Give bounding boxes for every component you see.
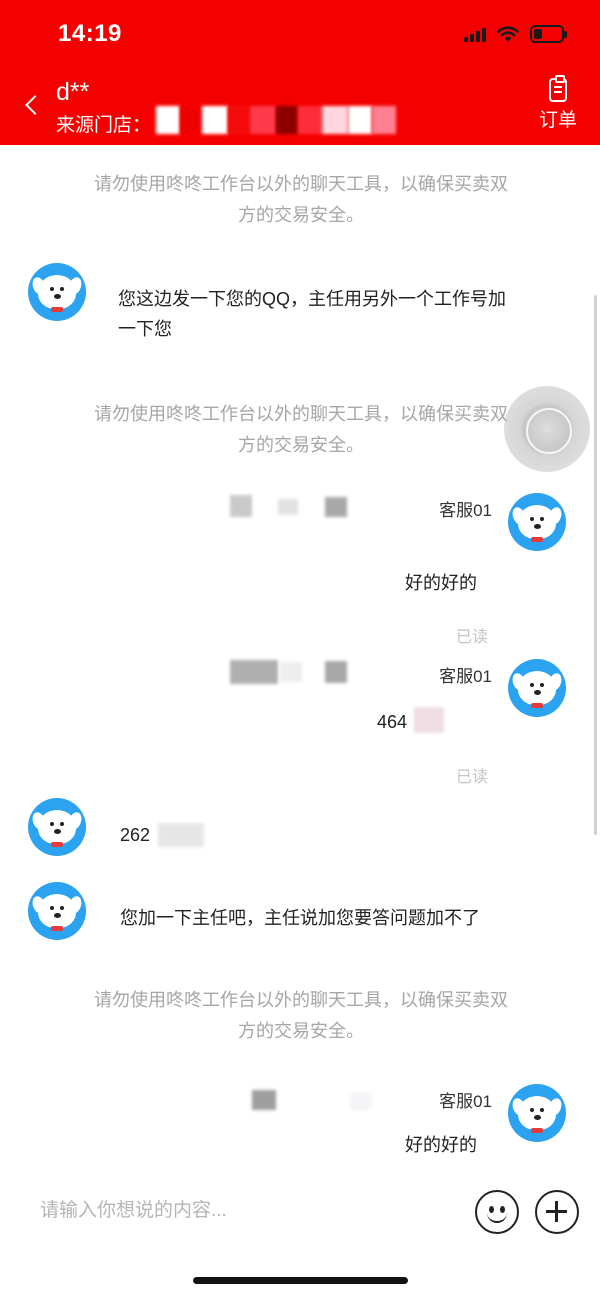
message-text: 好的好的 [405, 1135, 477, 1155]
store-name-redacted [156, 106, 396, 134]
order-button[interactable]: 订单 [536, 75, 580, 134]
redacted-text [414, 707, 444, 733]
security-notice: 请勿使用咚咚工作台以外的聊天工具，以确保买卖双方的交易安全。 [94, 174, 508, 225]
status-time: 14:19 [58, 20, 122, 47]
clipboard-icon [549, 75, 567, 102]
agent-name: 客服01 [439, 667, 492, 686]
agent-avatar[interactable] [508, 493, 566, 551]
order-label: 订单 [538, 110, 577, 131]
message-text: 您加一下主任吧，主任说加您要答问题加不了 [120, 908, 480, 928]
back-button[interactable] [22, 92, 42, 120]
redacted-text [230, 495, 252, 517]
customer-avatar[interactable] [28, 882, 86, 940]
read-status: 已读 [456, 629, 489, 646]
agent-name: 客服01 [439, 1092, 492, 1111]
status-icons [464, 24, 567, 44]
message-text: 262 [120, 825, 151, 845]
add-attachment-icon[interactable] [535, 1190, 579, 1234]
cellular-signal-icon [464, 26, 486, 42]
customer-avatar[interactable] [28, 798, 86, 856]
redacted-text [280, 662, 302, 682]
emoji-icon[interactable] [475, 1190, 519, 1234]
redacted-text [230, 660, 278, 684]
redacted-text [158, 823, 204, 847]
chat-title: d** [56, 78, 90, 106]
scrollbar[interactable] [594, 295, 597, 835]
message-input[interactable] [40, 1196, 450, 1226]
agent-avatar[interactable] [508, 659, 566, 717]
wifi-icon [497, 26, 519, 42]
chat-message-list[interactable]: 请勿使用咚咚工作台以外的聊天工具，以确保买卖双方的交易安全。 您这边发一下您的Q… [0, 145, 600, 1185]
agent-name: 客服01 [439, 501, 492, 520]
message-text: 您这边发一下您的QQ，主任用另外一个工作号加一下您 [118, 289, 506, 339]
chat-header: 14:19 d** 来源门店： 订单 [0, 0, 600, 145]
store-source-label: 来源门店： [56, 115, 152, 136]
redacted-text [325, 497, 347, 517]
message-text: 好的好的 [405, 573, 477, 593]
floating-assistive-button[interactable] [504, 386, 590, 472]
security-notice: 请勿使用咚咚工作台以外的聊天工具，以确保买卖双方的交易安全。 [94, 404, 508, 455]
redacted-text [278, 499, 298, 515]
redacted-text [325, 661, 347, 683]
agent-avatar[interactable] [508, 1084, 566, 1142]
security-notice: 请勿使用咚咚工作台以外的聊天工具，以确保买卖双方的交易安全。 [94, 990, 508, 1041]
message-text: 464 [377, 712, 408, 732]
message-input-bar [0, 1180, 600, 1250]
battery-icon [530, 25, 567, 43]
home-indicator[interactable] [193, 1277, 408, 1284]
redacted-text [350, 1092, 372, 1110]
customer-avatar[interactable] [28, 263, 86, 321]
read-status: 已读 [456, 769, 489, 786]
redacted-text [252, 1090, 276, 1110]
